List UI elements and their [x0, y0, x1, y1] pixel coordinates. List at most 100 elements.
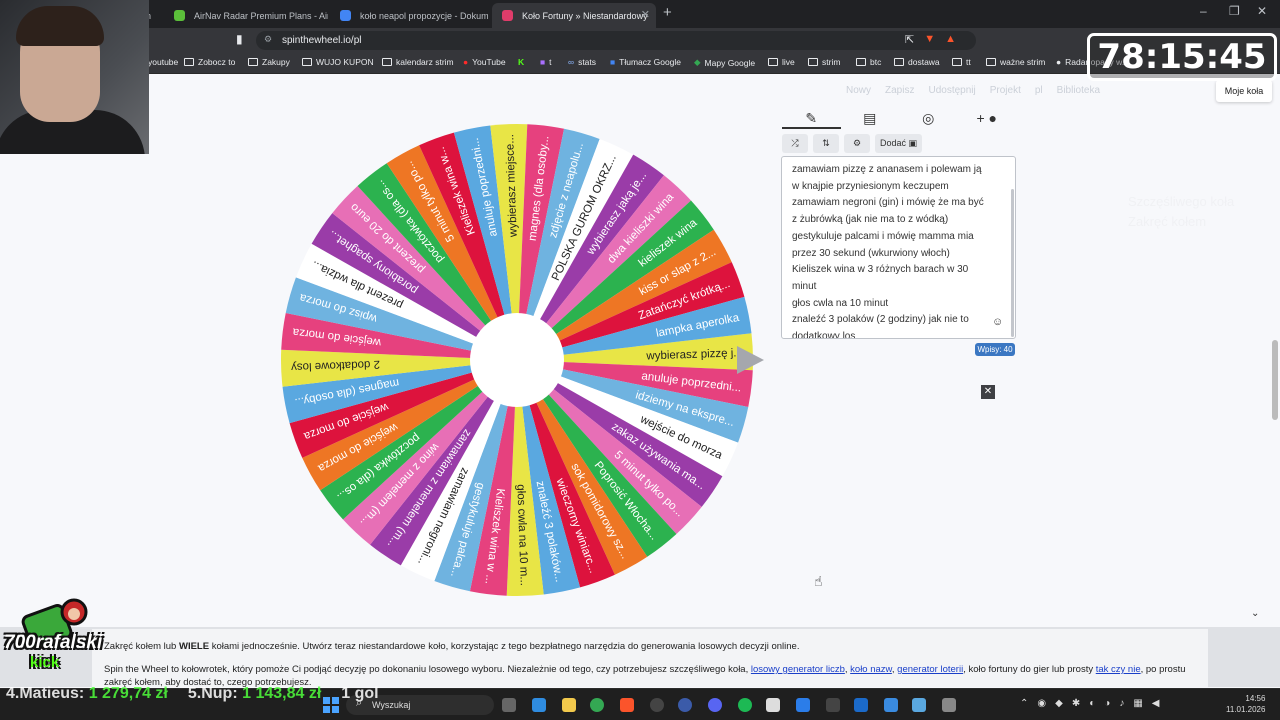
bookmark-item[interactable]: ◆ Mapy Google: [694, 57, 755, 68]
menu-language[interactable]: pl: [1035, 85, 1043, 96]
tray-icon[interactable]: ◑: [1104, 698, 1110, 709]
bookmark-item[interactable]: live: [768, 57, 795, 67]
bookmark-item[interactable]: tt: [952, 57, 971, 67]
close-icon[interactable]: ✕: [641, 8, 650, 21]
plus-icon[interactable]: +: [663, 4, 672, 21]
bookmark-item[interactable]: ● YouTube: [463, 57, 506, 67]
ticker-name: 1 gol: [341, 685, 379, 702]
shuffle-icon[interactable]: ⤮: [782, 134, 808, 153]
bookmark-item[interactable]: youtube: [148, 57, 178, 67]
tab-airnav[interactable]: AirNav Radar Premium Plans - AirNa: [164, 3, 328, 28]
bookmark-item[interactable]: K: [518, 57, 524, 67]
app-icon[interactable]: [766, 698, 780, 712]
chrome-icon[interactable]: [590, 698, 604, 712]
page-scrollbar[interactable]: [1272, 340, 1278, 420]
app-icon[interactable]: [884, 698, 898, 712]
wheel-center[interactable]: [470, 313, 564, 407]
chevron-up-icon[interactable]: ⌃: [1020, 698, 1028, 709]
bookmark-item[interactable]: ■ Tłumacz Google: [610, 57, 681, 67]
menu-project[interactable]: Projekt: [990, 85, 1021, 96]
clipboard-icon[interactable]: ▤: [841, 107, 900, 129]
maximize-icon[interactable]: ❐: [1229, 4, 1240, 18]
menu-library[interactable]: Biblioteka: [1057, 85, 1100, 96]
tray-icon[interactable]: ◉: [1037, 698, 1046, 709]
share-icon[interactable]: ⇱: [905, 33, 914, 46]
bookmark-item[interactable]: Zakupy: [248, 57, 290, 67]
close-window-icon[interactable]: ✕: [1257, 4, 1267, 18]
ticker-name: 4.Matieus:: [6, 685, 85, 702]
bluetooth-icon[interactable]: ✱: [1072, 698, 1080, 709]
add-image-button[interactable]: Dodać ▣: [875, 134, 923, 153]
discord-icon[interactable]: [708, 698, 722, 712]
editor-tabs: ✎ ▤ ◎ + ●: [782, 107, 1016, 129]
youtube-icon: ●: [463, 57, 469, 67]
app-icon[interactable]: [912, 698, 926, 712]
bookmark-item[interactable]: Zobocz to: [184, 57, 235, 67]
link-lottery[interactable]: generator loterii: [897, 664, 963, 675]
bookmark-item[interactable]: ∞ stats: [568, 57, 596, 67]
link-yes-no[interactable]: tak czy nie: [1096, 664, 1141, 675]
plus-icon[interactable]: + ●: [958, 107, 1017, 129]
link-random-number[interactable]: losowy generator liczb: [751, 664, 845, 675]
stats-icon: ∞: [568, 57, 575, 67]
ticker-amount: 1 143,84 zł: [242, 685, 322, 702]
ticker-amount: 1 279,74 zł: [88, 685, 168, 702]
widgets-icon[interactable]: [532, 698, 546, 712]
app-icon[interactable]: [826, 698, 840, 712]
smile-icon[interactable]: ☺: [992, 316, 1003, 328]
close-icon[interactable]: ✕: [981, 385, 995, 399]
gear-icon[interactable]: ⚙: [844, 134, 870, 153]
clock[interactable]: 14:56 11.01.2026: [1226, 693, 1265, 715]
folder-icon: [302, 58, 312, 66]
pencil-icon[interactable]: ✎: [782, 107, 841, 129]
lock-icon[interactable]: ⚙: [264, 34, 272, 45]
tab-docs[interactable]: koło neapol propozycje - Dokument: [330, 3, 488, 28]
description-section: Zakręć kołem lub WIELE kołami jednocześn…: [0, 627, 1280, 688]
ticker-name: 5.Nup:: [187, 685, 238, 702]
entries-textarea[interactable]: zamawiam pizzę z ananasem i polewam ją w…: [781, 156, 1016, 339]
menu-new[interactable]: Nowy: [846, 85, 871, 96]
app-icon[interactable]: [854, 698, 868, 712]
app-icon[interactable]: [678, 698, 692, 712]
bookmark-item[interactable]: strim: [808, 57, 840, 67]
brave-icon[interactable]: [620, 698, 634, 712]
extension-icons: ⇱ ▼ ▲: [905, 33, 956, 46]
hand-cursor-icon: ☝: [814, 573, 823, 589]
task-view-icon[interactable]: [502, 698, 516, 712]
bookmark-item[interactable]: dostawa: [894, 57, 940, 67]
bookmark-item[interactable]: ■ t: [540, 57, 552, 67]
brave-shield-icon[interactable]: ▼: [924, 33, 935, 46]
entry-line: Kieliszek wina w 3 różnych barach w 30: [792, 264, 969, 276]
menu-save[interactable]: Zapisz: [885, 85, 914, 96]
bookmark-star-icon[interactable]: ▮: [236, 32, 243, 46]
url-field[interactable]: spinthewheel.io/pl: [256, 31, 976, 50]
menu-share[interactable]: Udostępnij: [928, 85, 975, 96]
brave-rewards-icon[interactable]: ▲: [945, 33, 956, 46]
tab-label: Koło Fortuny » Niestandardowy: [522, 10, 648, 21]
minimize-icon[interactable]: –: [1200, 4, 1207, 18]
folder-icon: [248, 58, 258, 66]
chevron-down-icon[interactable]: ⌄: [1251, 608, 1259, 619]
spotify-icon[interactable]: [738, 698, 752, 712]
bookmark-item[interactable]: kalendarz strim: [382, 57, 454, 67]
tray-icon[interactable]: ◐: [1089, 698, 1095, 709]
bookmark-item[interactable]: ważne strim: [986, 57, 1045, 67]
tray-icon[interactable]: ◆: [1055, 698, 1063, 709]
eye-slash-icon[interactable]: ◎: [899, 107, 958, 129]
tab-spinthewheel[interactable]: Koło Fortuny » Niestandardowy ✕: [492, 3, 656, 28]
textarea-scrollbar[interactable]: [1011, 189, 1014, 337]
obs-icon[interactable]: [650, 698, 664, 712]
wheel[interactable]: wybierasz pizzę j...anuluje poprzedni...…: [267, 110, 767, 610]
app-icon[interactable]: [796, 698, 810, 712]
file-explorer-icon[interactable]: [562, 698, 576, 712]
speaker-icon[interactable]: ◀: [1152, 698, 1160, 709]
microphone-icon[interactable]: ♪: [1119, 698, 1124, 709]
link-name-wheel[interactable]: koło nazw: [850, 664, 892, 675]
sort-icon[interactable]: ⇅: [813, 134, 839, 153]
network-icon[interactable]: ▦: [1133, 698, 1142, 709]
my-wheels-button[interactable]: Moje koła: [1216, 80, 1272, 102]
app-icon[interactable]: [942, 698, 956, 712]
entries-count-badge: Wpisy: 40: [975, 343, 1015, 356]
bookmark-item[interactable]: btc: [856, 57, 881, 67]
bookmark-item[interactable]: WUJO KUPON: [302, 57, 374, 67]
